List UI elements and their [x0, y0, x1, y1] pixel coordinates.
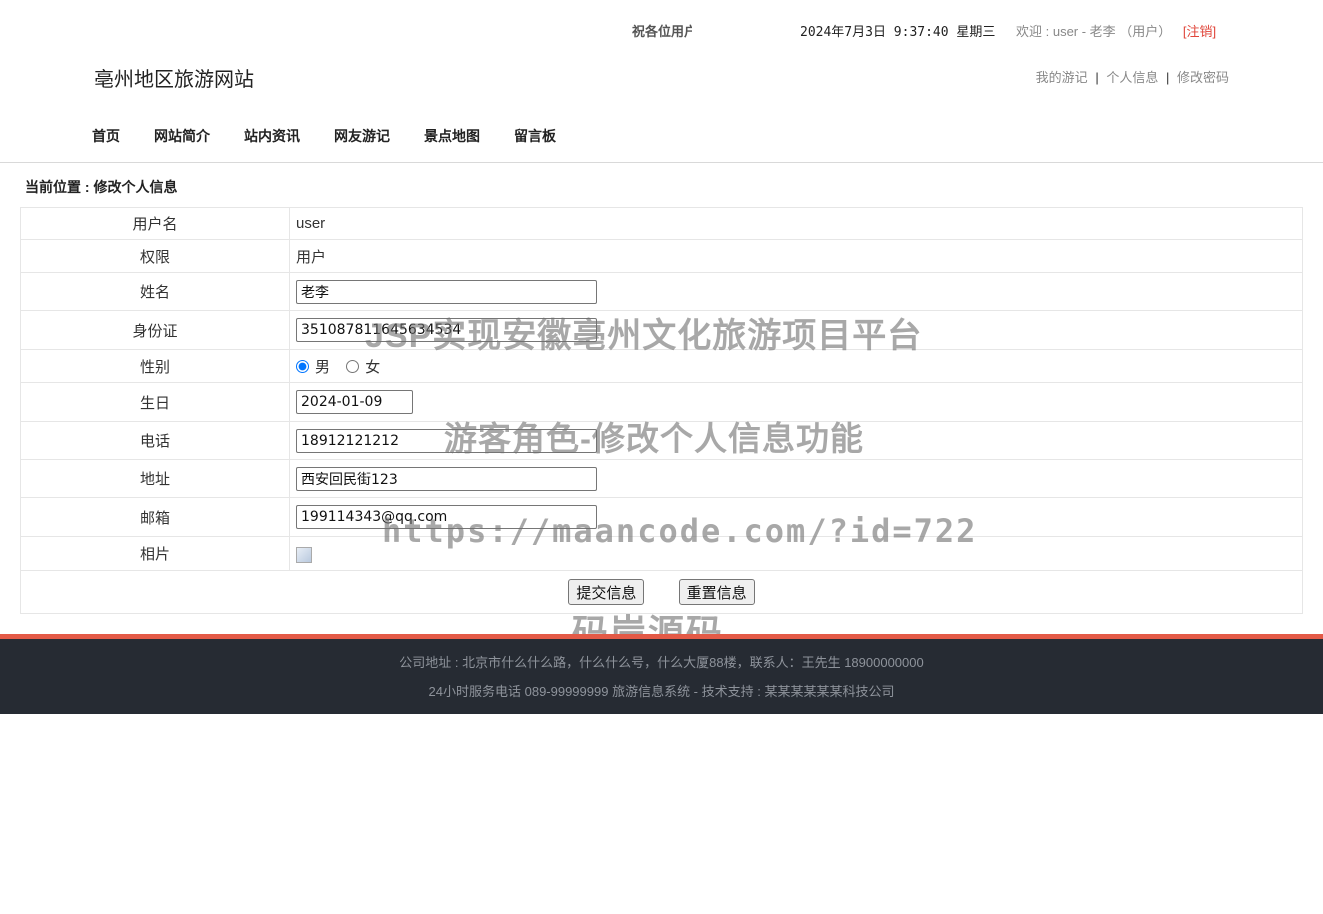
idcard-input[interactable]: [296, 318, 597, 342]
profile-link[interactable]: 个人信息: [1106, 70, 1158, 85]
birthday-label: 生日: [20, 382, 290, 422]
role-label: 权限: [20, 239, 290, 273]
user-links: 我的游记 | 个人信息 | 修改密码: [1036, 67, 1229, 86]
email-label: 邮箱: [20, 497, 290, 537]
nav-guestbook[interactable]: 留言板: [514, 126, 556, 146]
row-name: 姓名: [20, 272, 1303, 311]
row-birthday: 生日: [20, 382, 1303, 422]
nav-map[interactable]: 景点地图: [424, 126, 480, 146]
gender-male-label: 男: [315, 358, 331, 376]
photo-label: 相片: [20, 536, 290, 571]
site-title: 亳州地区旅游网站: [94, 69, 254, 91]
gender-female-option[interactable]: 女: [346, 356, 380, 377]
datetime-display: 2024年7月3日 9:37:40 星期三: [800, 25, 996, 40]
nav-news[interactable]: 站内资讯: [244, 126, 300, 146]
marquee-notice: 祝各位用户: [632, 24, 692, 39]
idcard-label: 身份证: [20, 310, 290, 350]
my-travelogue-link[interactable]: 我的游记: [1036, 70, 1088, 85]
nav-divider: [0, 162, 1323, 163]
address-input[interactable]: [296, 466, 597, 491]
row-actions: 提交信息 重置信息: [20, 570, 1303, 614]
gender-female-label: 女: [365, 358, 381, 376]
nav-home[interactable]: 首页: [92, 126, 120, 146]
gender-male-option[interactable]: 男: [296, 356, 330, 377]
username-label: 用户名: [20, 207, 290, 240]
broken-image-icon: [296, 546, 312, 563]
row-idcard: 身份证: [20, 310, 1303, 350]
footer-address: 公司地址 : 北京市什么什么路，什么什么号，什么大厦88楼，联系人：王先生 18…: [399, 655, 924, 670]
row-email: 邮箱: [20, 497, 1303, 537]
phone-input[interactable]: [296, 428, 597, 453]
welcome-text: 欢迎 : user - 老李 （用户） [注销]: [1016, 21, 1216, 40]
name-input[interactable]: [296, 279, 597, 304]
submit-button[interactable]: 提交信息: [568, 579, 645, 605]
reset-button[interactable]: 重置信息: [678, 579, 755, 605]
change-password-link[interactable]: 修改密码: [1177, 70, 1229, 85]
birthday-input[interactable]: [296, 390, 413, 414]
name-label: 姓名: [20, 272, 290, 311]
nav-travelogues[interactable]: 网友游记: [334, 126, 390, 146]
row-phone: 电话: [20, 421, 1303, 460]
role-value: 用户: [289, 239, 1303, 273]
address-label: 地址: [20, 459, 290, 498]
breadcrumb: 当前位置 : 修改个人信息: [25, 179, 178, 195]
main-nav: 首页 网站简介 站内资讯 网友游记 景点地图 留言板: [92, 126, 590, 146]
gender-male-radio[interactable]: [296, 359, 309, 373]
profile-form: 用户名 user 权限 用户 姓名 身份证 性别 男 女 生日 电话: [20, 207, 1303, 614]
email-input[interactable]: [296, 505, 597, 529]
row-gender: 性别 男 女: [20, 349, 1303, 383]
row-role: 权限 用户: [20, 239, 1303, 273]
row-username: 用户名 user: [20, 207, 1303, 240]
separator: |: [1165, 70, 1170, 85]
separator: |: [1095, 70, 1099, 85]
gender-label: 性别: [20, 349, 290, 383]
username-value: user: [289, 207, 1303, 240]
gender-female-radio[interactable]: [346, 359, 360, 373]
nav-about[interactable]: 网站简介: [154, 126, 210, 146]
footer-service: 24小时服务电话 089-99999999 旅游信息系统 - 技术支持 : 某某…: [428, 684, 895, 699]
row-address: 地址: [20, 459, 1303, 498]
welcome-user: 欢迎 : user - 老李 （用户）: [1016, 24, 1172, 39]
footer: 公司地址 : 北京市什么什么路，什么什么号，什么大厦88楼，联系人：王先生 18…: [0, 639, 1323, 714]
logout-link[interactable]: [注销]: [1183, 24, 1216, 39]
row-photo: 相片: [20, 536, 1303, 571]
phone-label: 电话: [20, 421, 290, 460]
